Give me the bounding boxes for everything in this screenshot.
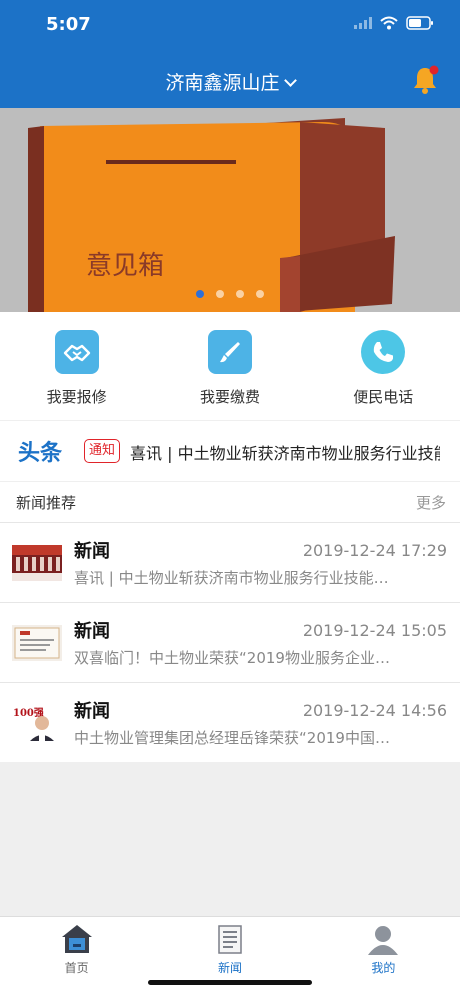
news-date: 2019-12-24 14:56 xyxy=(302,701,447,720)
community-selector[interactable]: 济南鑫源山庄 xyxy=(0,68,460,95)
news-thumbnail: 100强 xyxy=(12,705,62,741)
news-title: 新闻 xyxy=(74,621,110,642)
news-date: 2019-12-24 17:29 xyxy=(302,541,447,560)
news-thumbnail xyxy=(12,545,62,581)
pay-brush-icon xyxy=(207,330,252,374)
news-list-item[interactable]: 新闻 2019-12-24 17:29 喜讯 | 中土物业斩获济南市物业服务行业… xyxy=(0,522,460,602)
home-icon xyxy=(61,925,92,953)
carousel-dots xyxy=(0,290,460,298)
chevron-down-icon xyxy=(283,74,297,87)
news-summary: 中土物业管理集团总经理岳锋荣获“2019中国… xyxy=(74,729,390,747)
news-thumbnail xyxy=(12,625,62,661)
quick-actions: 我要报修 我要缴费 便民电话 xyxy=(0,312,460,420)
banner-carousel[interactable]: 意见箱 xyxy=(0,108,460,312)
carousel-dot[interactable] xyxy=(196,290,204,298)
repair-button[interactable]: 我要报修 xyxy=(0,312,153,420)
payment-button[interactable]: 我要缴费 xyxy=(153,312,306,420)
tab-profile[interactable]: 我的 xyxy=(307,917,460,996)
tab-news-label: 新闻 xyxy=(217,961,242,975)
news-list-item[interactable]: 100强 新闻 2019-12-24 14:56 中土物业管理集团总经理岳锋荣获… xyxy=(0,682,460,762)
news-section-title: 新闻推荐 xyxy=(16,494,77,512)
banner-image-text: 意见箱 xyxy=(86,251,164,281)
news-title: 新闻 xyxy=(74,701,110,722)
repair-label: 我要报修 xyxy=(46,388,107,406)
wifi-icon xyxy=(380,16,398,30)
profile-icon xyxy=(368,926,399,955)
status-time: 5:07 xyxy=(46,14,91,35)
carousel-dot[interactable] xyxy=(236,290,244,298)
headline-bar[interactable]: 头条 通知 喜讯 | 中土物业斩获济南市物业服务行业技能 xyxy=(0,421,460,481)
news-section: 新闻推荐 更多 新闻 2019-12-24 17:29 喜讯 | 中土物业斩获济… xyxy=(0,482,460,762)
carousel-dot[interactable] xyxy=(256,290,264,298)
tab-home-label: 首页 xyxy=(64,961,89,975)
repair-handshake-icon xyxy=(54,330,99,374)
bell-icon[interactable] xyxy=(410,64,440,96)
news-summary: 双喜临门！中土物业荣获“2019物业服务企业… xyxy=(74,649,390,667)
home-indicator xyxy=(148,980,312,985)
news-date: 2019-12-24 15:05 xyxy=(302,621,447,640)
news-section-header: 新闻推荐 更多 xyxy=(0,482,460,522)
payment-label: 我要缴费 xyxy=(199,388,260,406)
status-icons xyxy=(354,16,434,30)
signal-icon xyxy=(354,17,372,29)
status-bar: 5:07 xyxy=(0,0,460,52)
news-list-item[interactable]: 新闻 2019-12-24 15:05 双喜临门！中土物业荣获“2019物业服务… xyxy=(0,602,460,682)
tab-profile-label: 我的 xyxy=(371,961,396,975)
service-phone-label: 便民电话 xyxy=(353,388,414,406)
news-title: 新闻 xyxy=(74,541,110,562)
headline-text[interactable]: 喜讯 | 中土物业斩获济南市物业服务行业技能 xyxy=(130,440,440,464)
service-phone-button[interactable]: 便民电话 xyxy=(307,312,460,420)
carousel-dot[interactable] xyxy=(216,290,224,298)
tab-home[interactable]: 首页 xyxy=(0,917,153,996)
notice-badge: 通知 xyxy=(84,439,121,463)
phone-icon xyxy=(361,330,406,374)
battery-icon xyxy=(406,16,433,30)
suggestion-box-image: 意见箱 xyxy=(0,108,460,312)
app-header: 5:07 济南鑫源山庄 xyxy=(0,0,460,108)
more-link[interactable]: 更多 xyxy=(416,492,446,513)
header-title-row: 济南鑫源山庄 xyxy=(0,62,460,100)
community-name: 济南鑫源山庄 xyxy=(165,72,280,94)
news-summary: 喜讯 | 中土物业斩获济南市物业服务行业技能… xyxy=(74,569,389,587)
news-icon xyxy=(218,925,242,954)
headline-title: 头条 xyxy=(18,441,63,466)
